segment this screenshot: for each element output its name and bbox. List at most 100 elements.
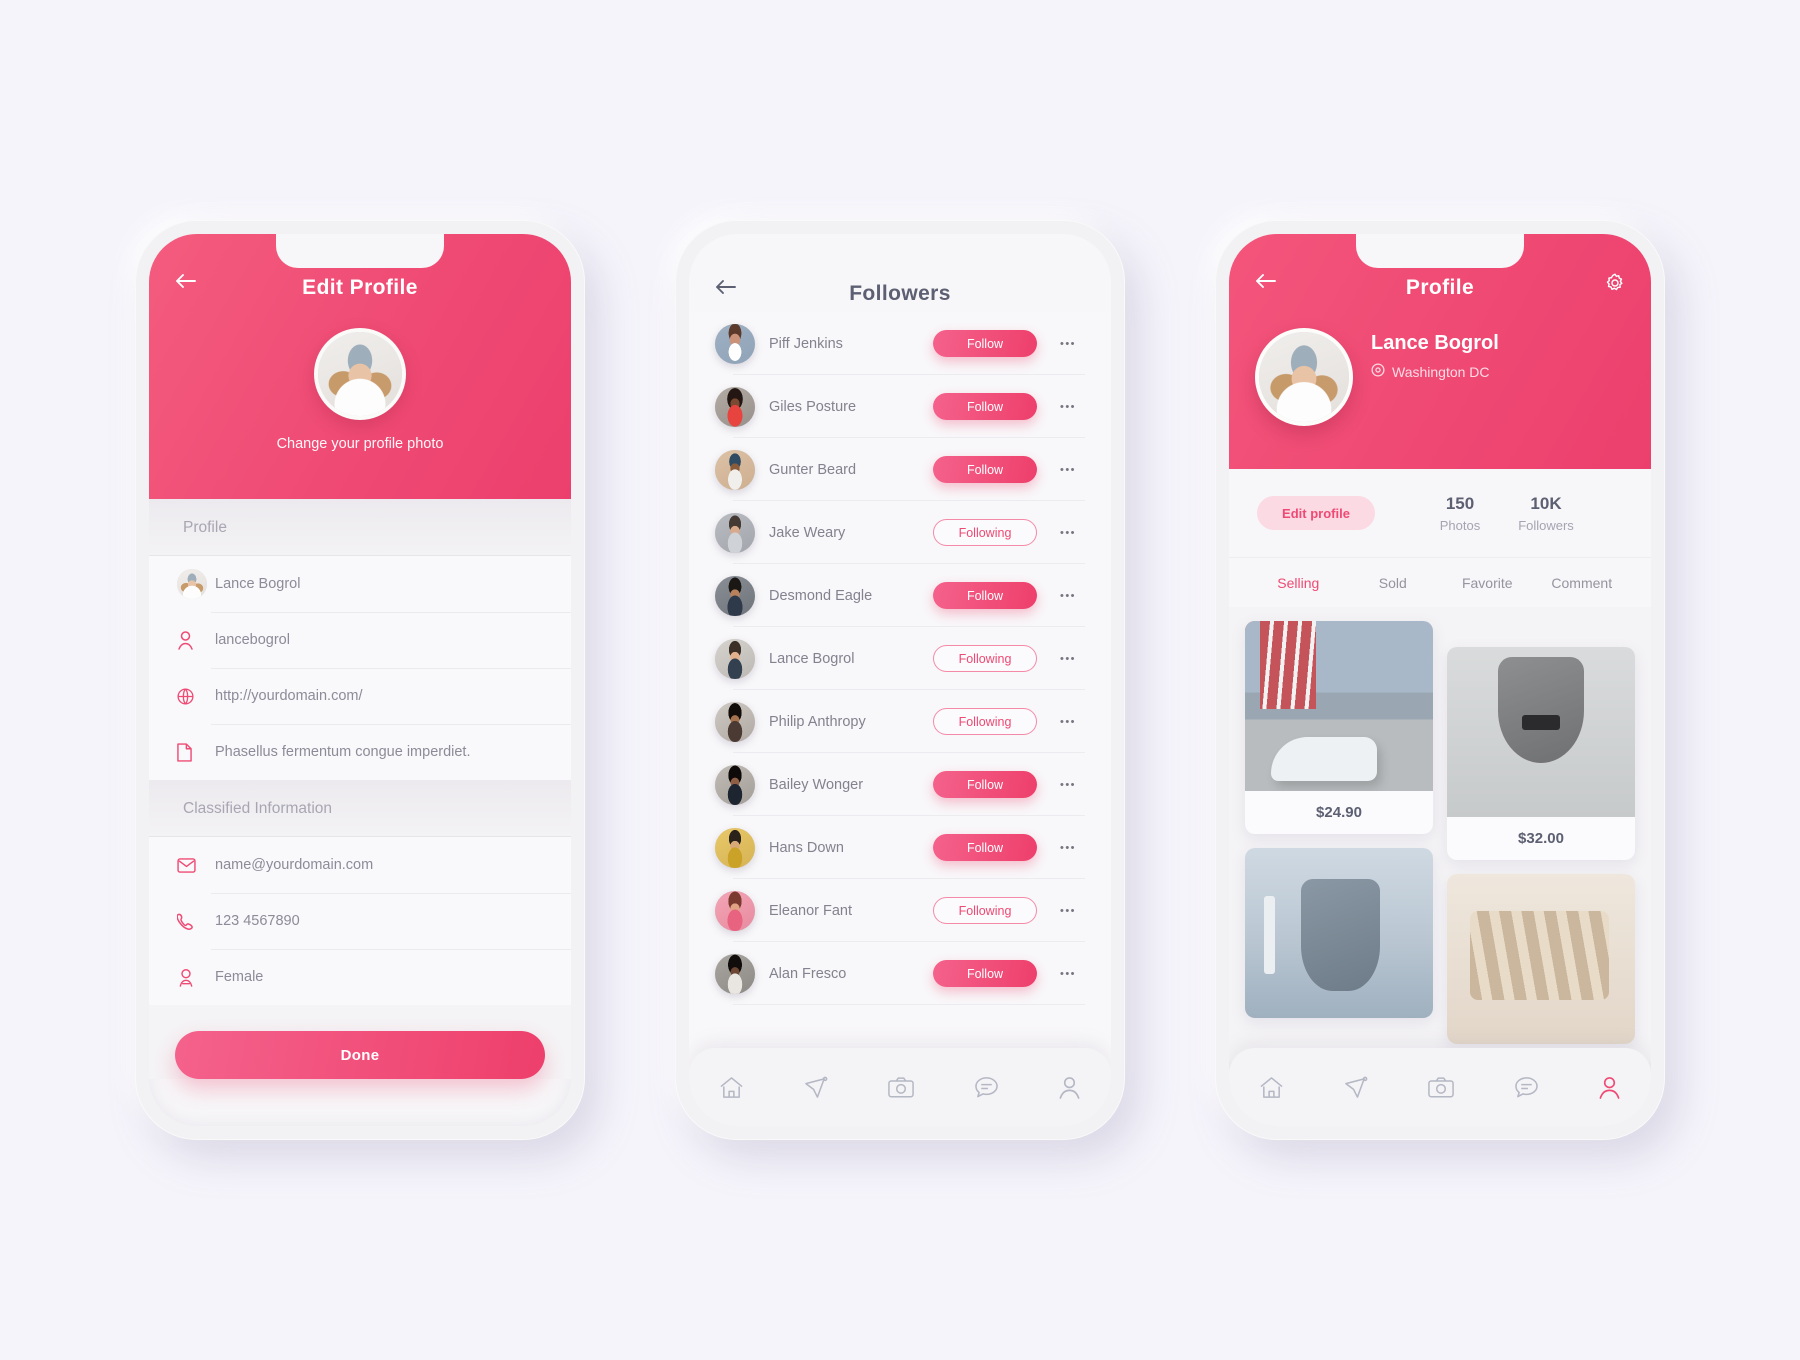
back-arrow-icon[interactable] bbox=[175, 270, 197, 302]
avatar-photo bbox=[715, 575, 755, 616]
more-options-icon[interactable]: ••• bbox=[1051, 905, 1085, 917]
avatar-photo bbox=[715, 701, 755, 742]
follower-avatar[interactable] bbox=[715, 575, 755, 616]
follower-row[interactable]: Piff Jenkins Follow ••• bbox=[689, 312, 1111, 375]
device-notch bbox=[276, 234, 444, 268]
follower-row[interactable]: Jake Weary Following ••• bbox=[689, 501, 1111, 564]
more-options-icon[interactable]: ••• bbox=[1051, 653, 1085, 665]
more-options-icon[interactable]: ••• bbox=[1051, 779, 1085, 791]
back-arrow-icon[interactable] bbox=[1255, 270, 1277, 302]
back-arrow-icon[interactable] bbox=[715, 276, 737, 308]
change-photo-label[interactable]: Change your profile photo bbox=[149, 436, 571, 452]
following-button[interactable]: Following bbox=[933, 645, 1037, 672]
follower-name: Piff Jenkins bbox=[769, 335, 843, 352]
follower-avatar[interactable] bbox=[715, 512, 755, 553]
profile-icon[interactable] bbox=[1058, 1076, 1081, 1099]
follower-row[interactable]: Bailey Wonger Follow ••• bbox=[689, 753, 1111, 816]
follower-avatar[interactable] bbox=[715, 764, 755, 805]
follower-avatar[interactable] bbox=[715, 953, 755, 994]
avatar-photo bbox=[715, 638, 755, 679]
profile-avatar[interactable] bbox=[314, 328, 406, 420]
home-icon[interactable] bbox=[1259, 1076, 1284, 1099]
tab-comment[interactable]: Comment bbox=[1535, 575, 1630, 591]
camera-icon[interactable] bbox=[888, 1076, 914, 1098]
follower-row[interactable]: Desmond Eagle Follow ••• bbox=[689, 564, 1111, 627]
field-gender[interactable]: Female bbox=[149, 949, 571, 1005]
page-title: Followers bbox=[849, 282, 951, 305]
send-icon[interactable] bbox=[803, 1076, 828, 1099]
followers-list[interactable]: Piff Jenkins Follow ••• Giles Posture Follow… bbox=[689, 312, 1111, 1072]
follow-button[interactable]: Follow bbox=[933, 393, 1037, 420]
follow-button[interactable]: Follow bbox=[933, 960, 1037, 987]
follow-button[interactable]: Follow bbox=[933, 330, 1037, 357]
screen-profile: Profile Lance Bogrol Washington DC Edit … bbox=[1229, 234, 1651, 1126]
bottom-tabbar[interactable] bbox=[689, 1048, 1111, 1126]
product-card[interactable] bbox=[1447, 874, 1635, 1044]
chat-icon[interactable] bbox=[1514, 1076, 1539, 1099]
user-icon bbox=[177, 630, 211, 650]
follow-button[interactable]: Follow bbox=[933, 582, 1037, 609]
field-fullname[interactable]: Lance Bogrol bbox=[149, 556, 571, 612]
follow-button[interactable]: Follow bbox=[933, 771, 1037, 798]
follower-avatar[interactable] bbox=[715, 638, 755, 679]
field-website[interactable]: http://yourdomain.com/ bbox=[149, 668, 571, 724]
follower-avatar[interactable] bbox=[715, 827, 755, 868]
more-options-icon[interactable]: ••• bbox=[1051, 338, 1085, 350]
avatar-photo bbox=[715, 386, 755, 427]
more-options-icon[interactable]: ••• bbox=[1051, 401, 1085, 413]
avatar[interactable] bbox=[1255, 328, 1353, 426]
follow-button[interactable]: Follow bbox=[933, 456, 1037, 483]
follower-row[interactable]: Hans Down Follow ••• bbox=[689, 816, 1111, 879]
product-card[interactable]: $24.90 bbox=[1245, 621, 1433, 834]
more-options-icon[interactable]: ••• bbox=[1051, 842, 1085, 854]
follower-avatar[interactable] bbox=[715, 449, 755, 490]
stat-followers[interactable]: 10K Followers bbox=[1503, 494, 1589, 533]
gear-icon[interactable] bbox=[1605, 273, 1625, 298]
following-button[interactable]: Following bbox=[933, 897, 1037, 924]
field-email[interactable]: name@yourdomain.com bbox=[149, 837, 571, 893]
edit-profile-button[interactable]: Edit profile bbox=[1257, 496, 1375, 530]
more-options-icon[interactable]: ••• bbox=[1051, 464, 1085, 476]
send-icon[interactable] bbox=[1343, 1076, 1368, 1099]
map-pin-icon bbox=[1371, 363, 1385, 380]
profile-tabs[interactable]: Selling Sold Favorite Comment bbox=[1229, 557, 1651, 607]
follower-row[interactable]: Lance Bogrol Following ••• bbox=[689, 627, 1111, 690]
more-options-icon[interactable]: ••• bbox=[1051, 716, 1085, 728]
follower-avatar[interactable] bbox=[715, 890, 755, 931]
page-title: Edit Profile bbox=[302, 276, 418, 299]
stat-photos[interactable]: 150 Photos bbox=[1417, 494, 1503, 533]
camera-icon[interactable] bbox=[1428, 1076, 1454, 1098]
product-card[interactable]: $32.00 bbox=[1447, 647, 1635, 860]
follower-name: Desmond Eagle bbox=[769, 587, 873, 604]
following-button[interactable]: Following bbox=[933, 708, 1037, 735]
tab-favorite[interactable]: Favorite bbox=[1440, 575, 1535, 591]
follower-avatar[interactable] bbox=[715, 323, 755, 364]
product-card[interactable] bbox=[1245, 848, 1433, 1018]
profile-icon[interactable] bbox=[1598, 1076, 1621, 1099]
follower-name: Philip Anthropy bbox=[769, 713, 866, 730]
field-value: 123 4567890 bbox=[215, 913, 300, 929]
profile-hero: Profile Lance Bogrol Washington DC bbox=[1229, 234, 1651, 469]
tab-selling[interactable]: Selling bbox=[1251, 575, 1346, 591]
avatar-photo bbox=[318, 332, 402, 416]
more-options-icon[interactable]: ••• bbox=[1051, 590, 1085, 602]
bottom-tabbar[interactable] bbox=[1229, 1048, 1651, 1126]
follower-row[interactable]: Philip Anthropy Following ••• bbox=[689, 690, 1111, 753]
tab-sold[interactable]: Sold bbox=[1346, 575, 1441, 591]
field-bio[interactable]: Phasellus fermentum congue imperdiet. bbox=[149, 724, 571, 780]
follower-row[interactable]: Giles Posture Follow ••• bbox=[689, 375, 1111, 438]
follower-row[interactable]: Gunter Beard Follow ••• bbox=[689, 438, 1111, 501]
follower-avatar[interactable] bbox=[715, 701, 755, 742]
more-options-icon[interactable]: ••• bbox=[1051, 968, 1085, 980]
follower-avatar[interactable] bbox=[715, 386, 755, 427]
more-options-icon[interactable]: ••• bbox=[1051, 527, 1085, 539]
field-phone[interactable]: 123 4567890 bbox=[149, 893, 571, 949]
chat-icon[interactable] bbox=[974, 1076, 999, 1099]
follow-button[interactable]: Follow bbox=[933, 834, 1037, 861]
done-button[interactable]: Done bbox=[175, 1031, 545, 1079]
home-icon[interactable] bbox=[719, 1076, 744, 1099]
follower-row[interactable]: Alan Fresco Follow ••• bbox=[689, 942, 1111, 1005]
field-username[interactable]: lancebogrol bbox=[149, 612, 571, 668]
following-button[interactable]: Following bbox=[933, 519, 1037, 546]
follower-row[interactable]: Eleanor Fant Following ••• bbox=[689, 879, 1111, 942]
